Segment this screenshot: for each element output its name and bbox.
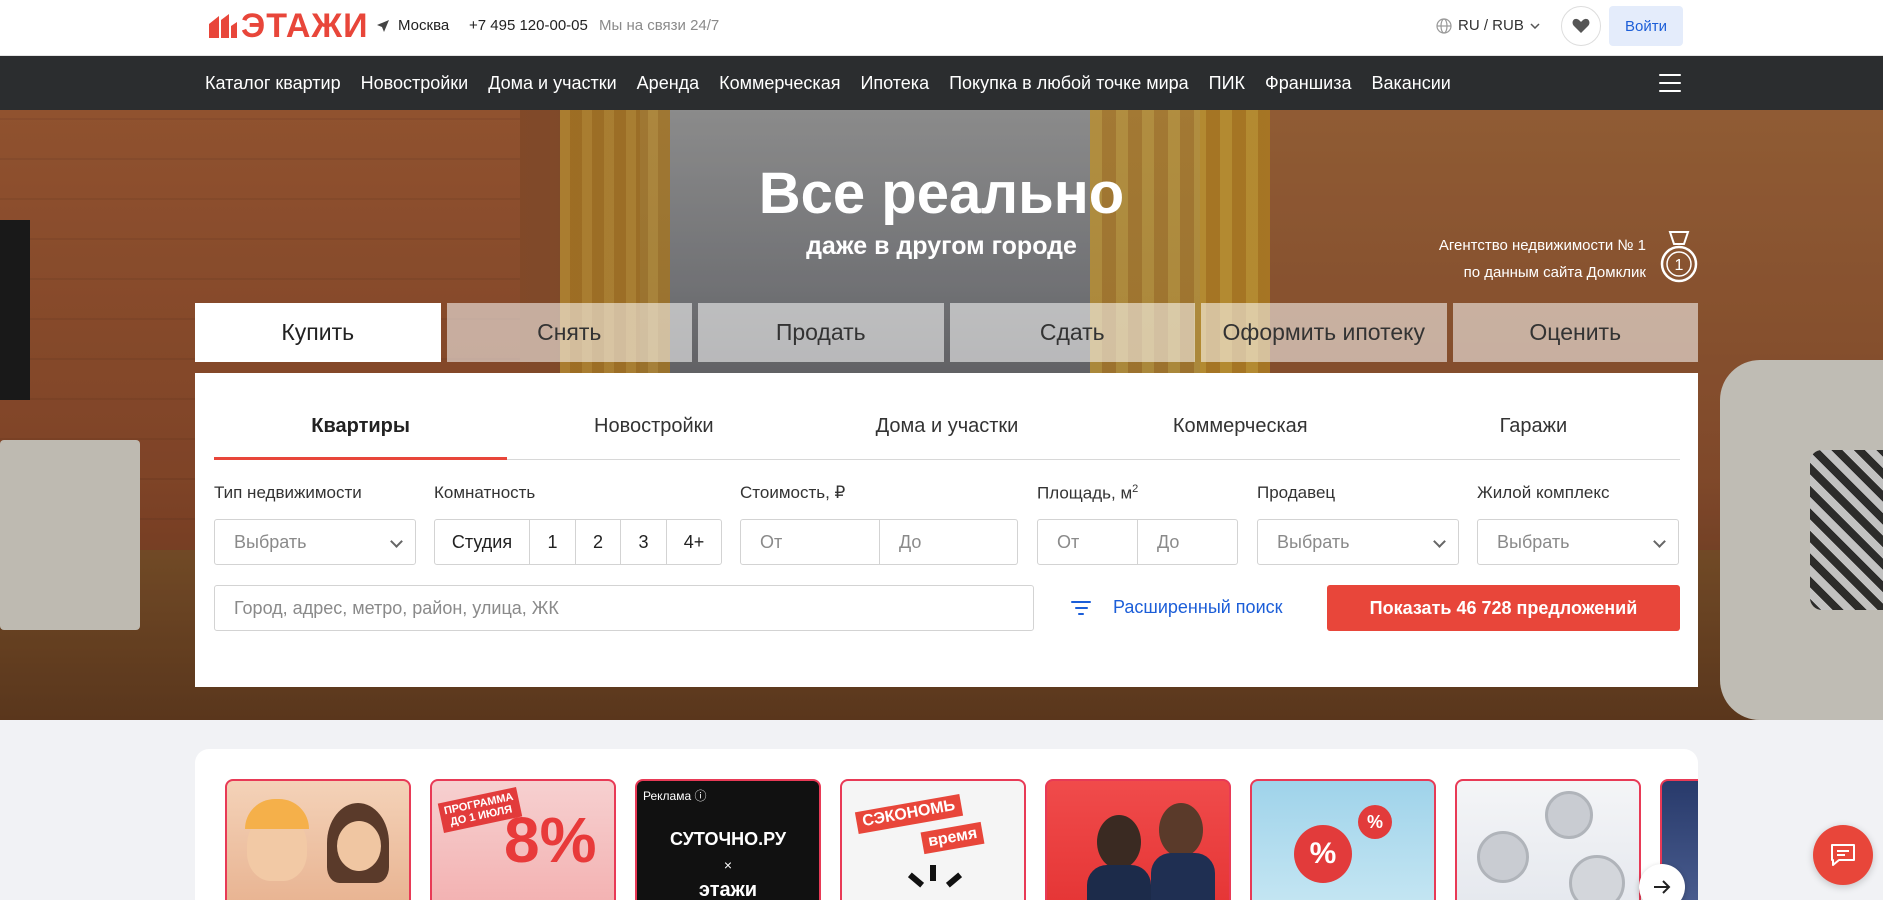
- language-currency-selector[interactable]: RU / RUB: [1436, 17, 1540, 34]
- top-bar: ЭТАЖИ Москва +7 495 120-00-05 Мы на связ…: [0, 0, 1883, 56]
- price-label: Стоимость, ₽: [740, 483, 846, 502]
- chevron-down-icon: [1653, 535, 1666, 548]
- badge-line-2: по данным сайта Домклик: [1463, 264, 1646, 281]
- support-text: Мы на связи 24/7: [599, 17, 720, 34]
- room-option-2[interactable]: 2: [575, 520, 620, 564]
- chat-button[interactable]: [1813, 825, 1873, 885]
- property-type-select[interactable]: Выбрать: [214, 519, 416, 565]
- area-to-input[interactable]: До: [1137, 519, 1238, 565]
- nav-item-pik[interactable]: ПИК: [1209, 73, 1245, 94]
- promo-card-3[interactable]: Реклама ⓘ СУТОЧНО.РУ × этажи: [635, 779, 821, 900]
- price-from-input[interactable]: От: [740, 519, 880, 565]
- logo-text: ЭТАЖИ: [241, 7, 369, 45]
- tab-commercial[interactable]: Коммерческая: [1094, 373, 1387, 459]
- complex-select[interactable]: Выбрать: [1477, 519, 1679, 565]
- promo-card-7[interactable]: [1455, 779, 1641, 900]
- nav-item-mortgage[interactable]: Ипотека: [860, 73, 929, 94]
- tab-sell[interactable]: Продать: [698, 303, 944, 362]
- complex-label: Жилой комплекс: [1477, 483, 1610, 502]
- login-button[interactable]: Войти: [1609, 6, 1683, 46]
- city-selector[interactable]: Москва: [376, 17, 449, 34]
- promo-3-line-1: СУТОЧНО.РУ: [669, 829, 787, 849]
- agency-badge: Агентство недвижимости № 1 по данным сай…: [1400, 232, 1700, 286]
- tab-garages[interactable]: Гаражи: [1387, 373, 1680, 459]
- medal-icon: 1: [1660, 231, 1698, 283]
- rooms-selector: Студия 1 2 3 4+: [434, 519, 722, 565]
- nav-item-new-buildings[interactable]: Новостройки: [361, 73, 469, 94]
- menu-icon[interactable]: [1659, 74, 1681, 92]
- filter-icon: [1071, 600, 1091, 615]
- heart-icon: [1572, 18, 1590, 33]
- price-to-input[interactable]: До: [879, 519, 1018, 565]
- search-panel: Квартиры Новостройки Дома и участки Комм…: [195, 373, 1698, 687]
- badge-number: 1: [1675, 257, 1684, 274]
- nav-item-franchise[interactable]: Франшиза: [1265, 73, 1351, 94]
- main-nav: Каталог квартир Новостройки Дома и участ…: [0, 56, 1883, 110]
- chevron-down-icon: [1530, 22, 1540, 29]
- favorites-button[interactable]: [1561, 6, 1601, 46]
- promo-card-2[interactable]: ПРОГРАММА ДО 1 ИЮЛЯ 8%: [430, 779, 616, 900]
- hero-title: Все реально: [758, 161, 1125, 226]
- nav-item-rent[interactable]: Аренда: [637, 73, 699, 94]
- advanced-search-label: Расширенный поиск: [1113, 597, 1283, 617]
- room-option-3[interactable]: 3: [620, 520, 666, 564]
- area-from-input[interactable]: От: [1037, 519, 1138, 565]
- chevron-down-icon: [390, 535, 403, 548]
- tab-evaluate[interactable]: Оценить: [1452, 303, 1698, 362]
- room-option-studio[interactable]: Студия: [435, 520, 529, 564]
- seller-label: Продавец: [1257, 483, 1336, 502]
- tab-houses[interactable]: Дома и участки: [800, 373, 1093, 459]
- arrow-right-icon: [1654, 880, 1671, 894]
- badge-line-1: Агентство недвижимости № 1: [1438, 237, 1646, 254]
- tab-apartments[interactable]: Квартиры: [214, 373, 508, 460]
- promo-3-line-3: этажи: [698, 879, 758, 900]
- tab-rent[interactable]: Снять: [446, 303, 692, 362]
- promo-carousel: ПРОГРАММА ДО 1 ИЮЛЯ 8% Реклама ⓘ СУТОЧНО…: [195, 749, 1698, 900]
- promo-3-line-2: ×: [723, 857, 733, 873]
- logo-icon: [209, 14, 237, 38]
- globe-icon: [1436, 17, 1452, 34]
- ad-label: Реклама ⓘ: [643, 789, 707, 803]
- nav-item-catalog[interactable]: Каталог квартир: [205, 73, 341, 94]
- rooms-label: Комнатность: [434, 483, 536, 502]
- property-type-label: Тип недвижимости: [214, 483, 362, 502]
- promo-card-5[interactable]: [1045, 779, 1231, 900]
- tab-let[interactable]: Сдать: [949, 303, 1195, 362]
- area-label: Площадь, м2: [1037, 483, 1139, 503]
- tab-new-buildings[interactable]: Новостройки: [507, 373, 800, 459]
- logo[interactable]: ЭТАЖИ: [209, 8, 369, 44]
- room-option-1[interactable]: 1: [529, 520, 575, 564]
- city-label: Москва: [398, 17, 450, 34]
- tab-mortgage[interactable]: Оформить ипотеку: [1201, 303, 1447, 362]
- nav-item-worldwide[interactable]: Покупка в любой точке мира: [949, 73, 1189, 94]
- room-option-4plus[interactable]: 4+: [666, 520, 721, 564]
- nav-item-commercial[interactable]: Коммерческая: [719, 73, 840, 94]
- chevron-down-icon: [1433, 535, 1446, 548]
- phone-link[interactable]: +7 495 120-00-05: [469, 17, 588, 34]
- property-type-tabs: Квартиры Новостройки Дома и участки Комм…: [214, 373, 1680, 460]
- promo-card-4[interactable]: СЭКОНОМЬ время: [840, 779, 1026, 900]
- promo-card-1[interactable]: [225, 779, 411, 900]
- nav-item-vacancies[interactable]: Вакансии: [1371, 73, 1450, 94]
- tab-buy[interactable]: Купить: [195, 303, 441, 362]
- address-search-input[interactable]: Город, адрес, метро, район, улица, ЖК: [214, 585, 1034, 631]
- lang-label: RU / RUB: [1458, 17, 1524, 34]
- chat-icon: [1831, 844, 1855, 866]
- seller-select[interactable]: Выбрать: [1257, 519, 1459, 565]
- promo-4-text-2: время: [920, 821, 985, 855]
- deal-tabs: Купить Снять Продать Сдать Оформить ипот…: [195, 303, 1698, 362]
- nav-item-houses[interactable]: Дома и участки: [488, 73, 616, 94]
- promo-2-big: 8%: [504, 804, 597, 876]
- show-offers-button[interactable]: Показать 46 728 предложений: [1327, 585, 1680, 631]
- advanced-search-link[interactable]: Расширенный поиск: [1071, 597, 1283, 618]
- location-arrow-icon: [377, 19, 389, 32]
- promo-card-6[interactable]: % %: [1250, 779, 1436, 900]
